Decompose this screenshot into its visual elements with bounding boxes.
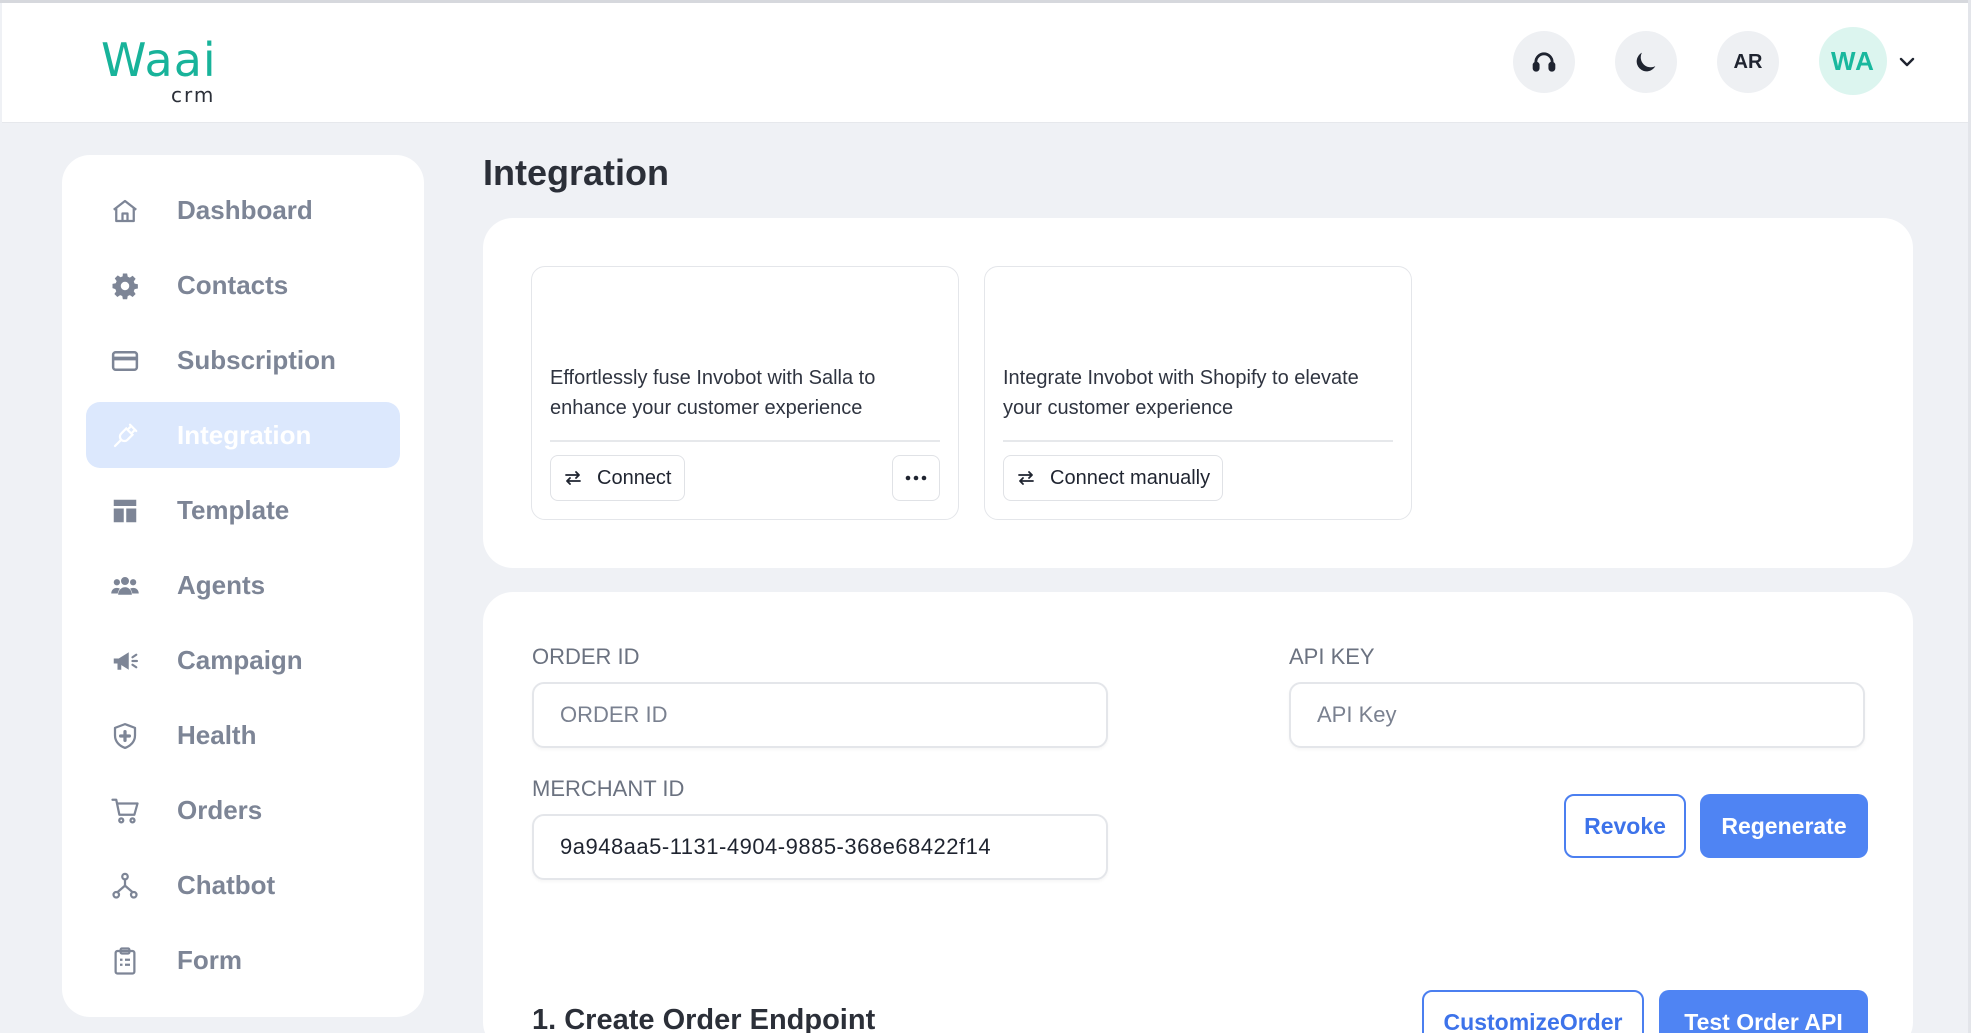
connect-button[interactable]: Connect — [550, 455, 685, 501]
api-key-label: API KEY — [1289, 644, 1375, 669]
more-options-button[interactable] — [892, 455, 940, 501]
sidebar-item-label: Form — [177, 944, 242, 975]
users-icon — [111, 577, 139, 595]
order-id-input[interactable]: ORDER ID — [532, 682, 1108, 748]
merchant-id-label: MERCHANT ID — [532, 776, 685, 801]
credit-card-icon — [111, 351, 139, 371]
sidebar-item-campaign[interactable]: Campaign — [86, 627, 400, 693]
sidebar-item-label: Subscription — [177, 344, 336, 375]
top-header: Waai crm AR WA — [2, 3, 1968, 123]
connect-button-label: Connect — [597, 466, 672, 489]
sidebar-item-label: Agents — [177, 569, 266, 600]
theme-toggle-button[interactable] — [1615, 31, 1677, 93]
sidebar-item-label: Chatbot — [177, 869, 276, 900]
sidebar-item-form[interactable]: Form — [86, 927, 400, 993]
order-id-label: ORDER ID — [532, 644, 640, 669]
template-icon — [113, 499, 137, 523]
plug-icon — [113, 423, 138, 448]
sidebar-item-label: Contacts — [177, 269, 289, 300]
logo-main-text: Waai — [101, 33, 217, 87]
customize-order-button[interactable]: CustomizeOrder — [1422, 990, 1644, 1033]
clipboard-icon — [114, 947, 136, 975]
shield-plus-icon — [113, 723, 137, 749]
sidebar-item-label: Integration — [177, 419, 312, 450]
sidebar-item-label: Template — [177, 494, 290, 525]
revoke-button[interactable]: Revoke — [1564, 794, 1686, 858]
integration-cards-panel: Effortlessly fuse Invobot with Salla to … — [483, 218, 1913, 568]
sidebar-item-integration[interactable]: Integration — [86, 402, 400, 468]
headset-icon — [1532, 52, 1556, 72]
support-button[interactable] — [1513, 31, 1575, 93]
language-label: AR — [1733, 50, 1763, 73]
sidebar-item-agents[interactable]: Agents — [86, 552, 400, 618]
sidebar-item-label: Dashboard — [177, 194, 313, 225]
home-icon — [113, 199, 137, 223]
megaphone-icon — [113, 652, 138, 670]
sidebar-item-subscription[interactable]: Subscription — [86, 327, 400, 393]
sidebar-item-label: Health — [177, 719, 257, 750]
card-description: Integrate Invobot with Shopify to elevat… — [1003, 367, 1359, 419]
swap-arrows-icon — [565, 471, 581, 485]
chevron-down-icon[interactable] — [1898, 55, 1916, 69]
sidebar-item-health[interactable]: Health — [86, 702, 400, 768]
moon-icon — [1636, 52, 1656, 72]
user-avatar[interactable]: WA — [1819, 27, 1887, 95]
api-settings-panel: ORDER ID ORDER ID API KEY API Key MERCHA… — [483, 592, 1913, 1033]
sidebar-item-contacts[interactable]: Contacts — [86, 252, 400, 318]
card-description: Effortlessly fuse Invobot with Salla to … — [550, 367, 876, 419]
page-title: Integration — [483, 152, 669, 193]
network-icon — [112, 872, 138, 899]
sidebar-item-label: Campaign — [177, 644, 303, 675]
merchant-id-input[interactable]: 9a948aa5-1131-4904-9885-368e68422f14 — [532, 814, 1108, 880]
card-divider — [550, 440, 940, 442]
gear-icon — [112, 273, 138, 300]
sidebar-item-template[interactable]: Template — [86, 477, 400, 543]
connect-manually-button-label: Connect manually — [1050, 466, 1211, 489]
card-divider — [1003, 440, 1393, 442]
swap-arrows-icon — [1018, 471, 1034, 485]
sidebar-item-orders[interactable]: Orders — [86, 777, 400, 843]
sidebar: Dashboard Contacts Subscription Integrat… — [62, 155, 424, 1017]
salla-integration-card: Effortlessly fuse Invobot with Salla to … — [531, 266, 959, 520]
sidebar-item-dashboard[interactable]: Dashboard — [86, 177, 400, 243]
regenerate-button[interactable]: Regenerate — [1700, 794, 1868, 858]
section-title: 1. Create Order Endpoint — [532, 1004, 876, 1033]
waai-logo[interactable]: Waai crm — [101, 33, 217, 107]
api-key-input[interactable]: API Key — [1289, 682, 1865, 748]
more-dots-icon — [905, 475, 927, 481]
shopify-integration-card: Integrate Invobot with Shopify to elevat… — [984, 266, 1412, 520]
logo-sub-text: crm — [171, 83, 216, 107]
test-order-api-button[interactable]: Test Order API — [1659, 990, 1868, 1033]
connect-manually-button[interactable]: Connect manually — [1003, 455, 1224, 501]
sidebar-item-label: Orders — [177, 794, 263, 825]
cart-icon — [111, 798, 139, 824]
sidebar-item-chatbot[interactable]: Chatbot — [86, 852, 400, 918]
language-switch-button[interactable]: AR — [1717, 31, 1779, 93]
